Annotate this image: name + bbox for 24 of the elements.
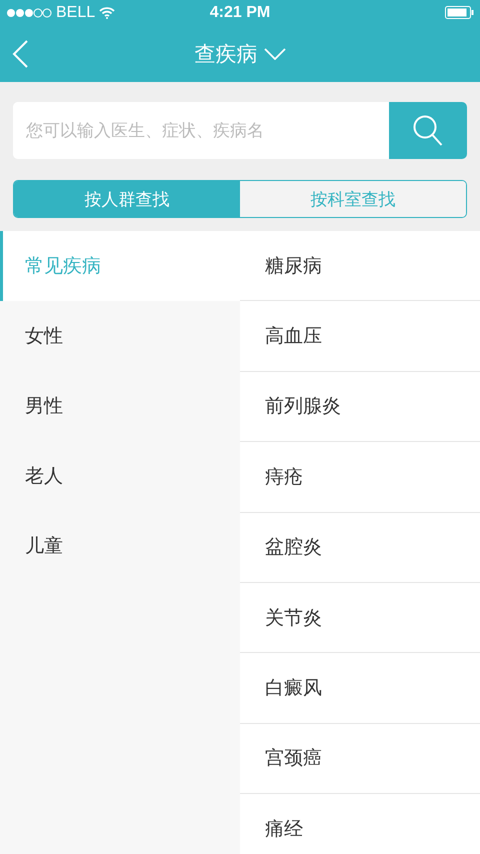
search-icon [413, 114, 443, 146]
category-item[interactable]: 男性 [0, 371, 240, 441]
category-item[interactable]: 女性 [0, 301, 240, 371]
category-item[interactable]: 儿童 [0, 511, 240, 581]
disease-item[interactable]: 高血压 [240, 301, 480, 372]
back-button[interactable] [12, 40, 30, 68]
disease-item[interactable]: 前列腺炎 [240, 372, 480, 442]
disease-item[interactable]: 宫颈癌 [240, 724, 480, 794]
search-field[interactable]: 您可以输入医生、症状、疾病名 [13, 102, 467, 159]
wifi-icon [99, 6, 116, 18]
carrier-name: BELL [56, 4, 96, 22]
battery-icon [445, 6, 474, 19]
category-item[interactable]: 老人 [0, 441, 240, 511]
disease-item[interactable]: 糖尿病 [240, 231, 480, 302]
chevron-down-icon [264, 48, 286, 60]
disease-item[interactable]: 白癜风 [240, 653, 480, 724]
back-icon [12, 40, 30, 68]
disease-item[interactable]: 痔疮 [240, 442, 480, 513]
search-button[interactable] [389, 102, 467, 159]
signal-icon [6, 8, 52, 18]
clock-time: 4:21 PM [210, 4, 270, 20]
disease-item[interactable]: 盆腔炎 [240, 512, 480, 583]
disease-item[interactable]: 痛经 [240, 794, 480, 854]
disease-item[interactable]: 关节炎 [240, 582, 480, 654]
